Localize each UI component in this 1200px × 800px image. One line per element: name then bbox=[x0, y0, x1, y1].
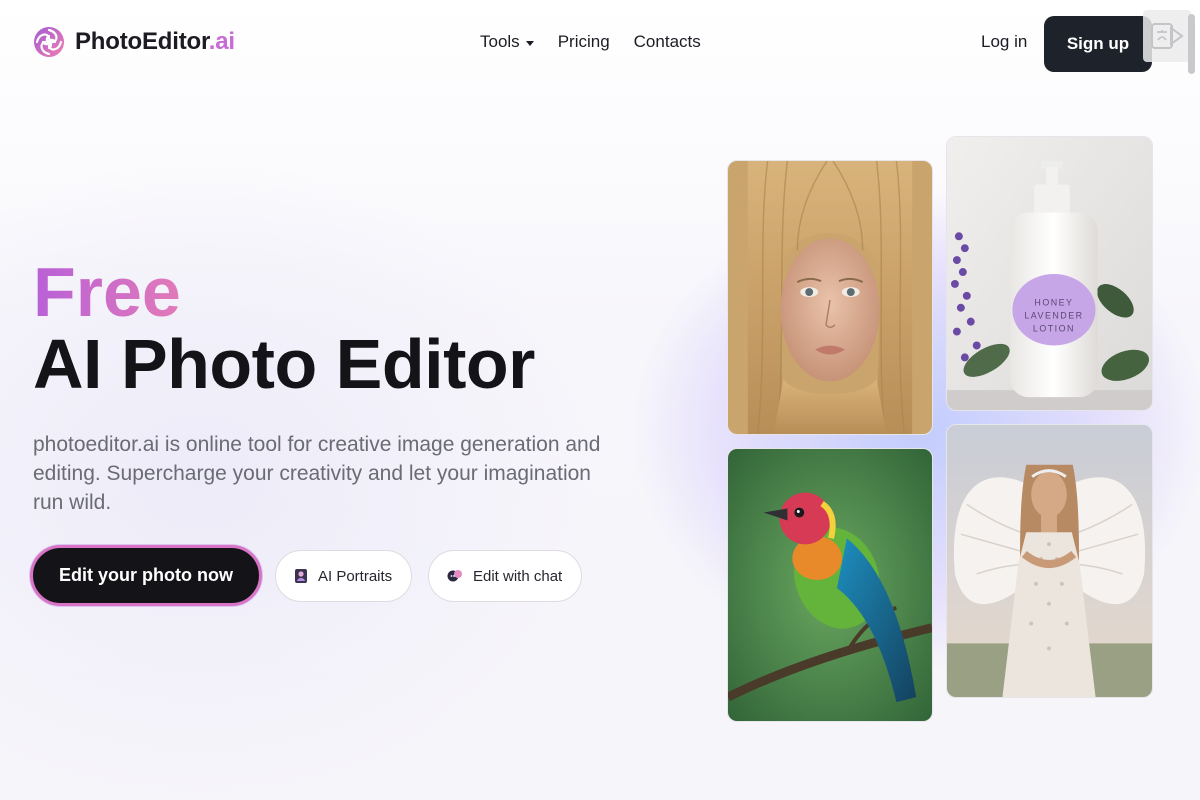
ai-portraits-label: AI Portraits bbox=[318, 567, 393, 585]
gallery-image-portrait bbox=[727, 160, 933, 435]
nav-item-pricing[interactable]: Pricing bbox=[558, 32, 610, 52]
gallery-image-bird bbox=[727, 448, 933, 722]
swirl-logo-icon bbox=[34, 27, 64, 57]
woman-portrait-illustration bbox=[728, 161, 932, 434]
edit-with-chat-label: Edit with chat bbox=[473, 567, 563, 585]
nav-pricing-label: Pricing bbox=[557, 32, 610, 51]
main-nav: Tools Pricing Contacts bbox=[480, 32, 701, 52]
hero-title: AI Photo Editor bbox=[33, 325, 535, 403]
chevron-down-icon bbox=[525, 40, 534, 46]
hero-description: photoeditor.ai is online tool for creati… bbox=[33, 433, 601, 514]
brand-suffix: .ai bbox=[208, 28, 235, 55]
lotion-label-line-1: HONEY bbox=[1034, 298, 1073, 308]
gallery-image-angel bbox=[946, 424, 1153, 698]
page-scrollbar[interactable] bbox=[1188, 14, 1195, 74]
nav-item-contacts[interactable]: Contacts bbox=[634, 32, 701, 52]
edit-photo-button[interactable]: Edit your photo now bbox=[30, 545, 262, 606]
site-header: PhotoEditor.ai Tools Pricing Contacts Lo… bbox=[0, 0, 1200, 88]
nav-item-tools[interactable]: Tools bbox=[480, 32, 534, 52]
portrait-icon bbox=[295, 569, 307, 583]
lotion-label-line-2: LAVENDER bbox=[1024, 311, 1083, 321]
gallery-image-lotion: HONEY LAVENDER LOTION bbox=[946, 136, 1153, 411]
bird-illustration bbox=[728, 449, 932, 721]
extension-widget[interactable] bbox=[1143, 10, 1191, 62]
brand-name: PhotoEditor.ai bbox=[75, 28, 235, 55]
lotion-bottle-illustration: HONEY LAVENDER LOTION bbox=[947, 137, 1152, 410]
nav-tools-label: Tools bbox=[480, 32, 520, 51]
angel-woman-illustration bbox=[947, 425, 1152, 697]
translate-extension-icon bbox=[1151, 23, 1184, 49]
lotion-label-line-3: LOTION bbox=[1033, 324, 1075, 334]
chat-icon bbox=[447, 570, 462, 582]
ai-portraits-button[interactable]: AI Portraits bbox=[275, 550, 412, 602]
login-link[interactable]: Log in bbox=[981, 32, 1027, 52]
signup-button[interactable]: Sign up bbox=[1044, 16, 1152, 72]
brand-logo[interactable]: PhotoEditor.ai bbox=[33, 26, 235, 58]
hero-free-label: Free bbox=[33, 253, 181, 331]
nav-contacts-label: Contacts bbox=[633, 32, 701, 51]
edit-with-chat-button[interactable]: Edit with chat bbox=[428, 550, 582, 602]
